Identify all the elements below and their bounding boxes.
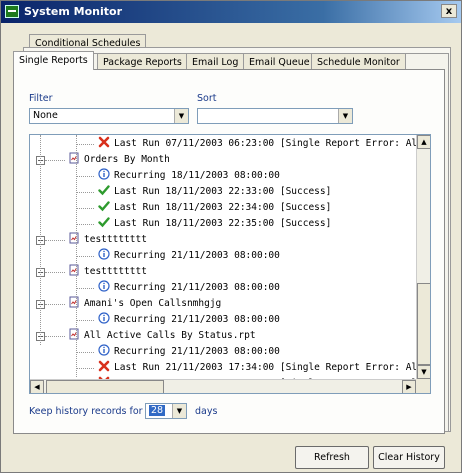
report-icon [69,152,79,164]
info-icon [98,312,110,324]
tree-row-text: Last Run 18/11/2003 22:34:00 [Success] [114,202,332,213]
tree-row-text: Last Run 18/11/2003 22:33:00 [Success] [114,186,332,197]
tree-report-node[interactable]: testttttttt [68,264,147,280]
tree-connector [76,352,94,353]
close-button[interactable]: x [441,4,457,18]
report-icon [69,296,79,308]
tree-row-text: testttttttt [84,234,147,245]
check-icon [98,201,110,212]
tree-connector [45,160,65,161]
history-days-dropdown[interactable]: 28 ▼ [145,403,187,419]
tree-row-text: Recurring 21/11/2003 08:00:00 [114,346,280,357]
tree-report-node[interactable]: All Active Calls By Status.rpt [68,328,256,344]
sort-label: Sort [197,93,217,104]
filter-value: None [33,110,58,121]
tree-connector [76,224,94,225]
tree-connector [76,208,94,209]
horizontal-scrollbar[interactable]: ◀ ▶ [30,379,416,393]
chevron-down-icon[interactable]: ▼ [338,109,352,123]
tree-connector [76,256,94,257]
tree-history-entry[interactable]: Recurring 21/11/2003 08:00:00 [98,248,280,264]
tree-guide-line [40,135,41,345]
tree-row-text: Amani's Open Callsnmhgjg [84,298,222,309]
vertical-scroll-thumb[interactable] [417,283,430,365]
tree-history-entry[interactable]: Recurring 21/11/2003 08:00:00 [98,280,280,296]
info-icon [98,168,110,180]
error-x-icon [98,360,110,372]
chevron-down-icon[interactable]: ▼ [172,404,186,418]
tree-row-text: Orders By Month [84,154,170,165]
tree-guide-line [76,135,77,377]
scroll-down-button[interactable]: ▼ [417,365,430,379]
tab-email-queue[interactable]: Email Queue [243,53,316,70]
info-icon [98,280,110,292]
refresh-button[interactable]: Refresh [295,446,369,469]
tree-history-entry[interactable]: Last Run 21/11/2003 17:34:00 [Single Rep… [98,360,423,376]
error-x-icon [98,136,110,148]
tree-row-text: All Active Calls By Status.rpt [84,330,256,341]
history-days-value: 28 [149,405,166,416]
tree-history-entry[interactable]: Last Run 18/11/2003 22:34:00 [Success] [98,200,331,216]
tree-connector [76,192,94,193]
filter-label: Filter [29,93,53,104]
tree-history-entry[interactable]: Last Run 18/11/2003 22:35:00 [Success] [98,216,331,232]
horizontal-scroll-thumb[interactable] [46,380,164,393]
scrollbar-corner [416,379,430,393]
tree-report-node[interactable]: testttttttt [68,232,147,248]
tree-connector [76,320,94,321]
tab-single-reports[interactable]: Single Reports [13,51,94,70]
tree-row-text: Recurring 21/11/2003 08:00:00 [114,314,280,325]
window-title: System Monitor [24,5,122,18]
tree-row-text: Last Run 21/11/2003 17:34:00 [Single Rep… [114,362,423,373]
tree-report-node[interactable]: Amani's Open Callsnmhgjg [68,296,221,312]
tree-connector [45,272,65,273]
tree-connector [45,240,65,241]
filter-dropdown[interactable]: None ▼ [29,108,189,124]
tree-history-entry[interactable]: Recurring 21/11/2003 08:00:00 [98,344,280,360]
tree-row-text: Recurring 21/11/2003 08:00:00 [114,250,280,261]
schedule-tree-view[interactable]: Last Run 07/11/2003 06:23:00 [Single Rep… [29,134,431,394]
tree-connector [76,144,94,145]
scroll-up-button[interactable]: ▲ [417,135,430,149]
clear-history-button[interactable]: Clear History [373,446,445,469]
tree-connector [45,304,65,305]
tree-row-text: Last Run 07/11/2003 06:23:00 [Single Rep… [114,138,423,149]
tree-row-text: Recurring 21/11/2003 08:00:00 [114,282,280,293]
tree-connector [76,288,94,289]
tree-row-text: Last Run 18/11/2003 22:35:00 [Success] [114,218,332,229]
tree-history-entry[interactable]: Recurring 21/11/2003 08:00:00 [98,312,280,328]
report-icon [69,232,79,244]
tree-connector [76,176,94,177]
tab-email-log[interactable]: Email Log [186,53,245,70]
tree-connector [76,368,94,369]
tree-history-entry[interactable]: Recurring 18/11/2003 08:00:00 [98,168,280,184]
tab-package-reports[interactable]: Package Reports [97,53,188,70]
report-icon [69,328,79,340]
tree-row-text: Recurring 18/11/2003 08:00:00 [114,170,280,181]
info-icon [98,344,110,356]
tree-connector [45,336,65,337]
system-monitor-window: System Monitor x Conditional Schedules S… [0,0,462,473]
chevron-down-icon[interactable]: ▼ [174,109,188,123]
check-icon [98,185,110,196]
history-suffix-label: days [195,406,218,417]
app-icon [5,5,19,18]
tree-report-node[interactable]: Orders By Month [68,152,170,168]
check-icon [98,217,110,228]
info-icon [98,248,110,260]
tree-history-entry[interactable]: Last Run 07/11/2003 06:23:00 [Single Rep… [98,136,423,152]
tree-history-entry[interactable]: Last Run 18/11/2003 22:33:00 [Success] [98,184,331,200]
history-prefix-label: Keep history records for [29,406,143,417]
scroll-left-button[interactable]: ◀ [30,380,44,393]
vertical-scrollbar[interactable]: ▲ ▼ [416,135,430,379]
tree-row-text: testttttttt [84,266,147,277]
title-bar[interactable]: System Monitor x [1,1,461,23]
report-icon [69,264,79,276]
sort-dropdown[interactable]: ▼ [197,108,353,124]
tab-schedule-monitor[interactable]: Schedule Monitor [311,53,406,70]
scroll-right-button[interactable]: ▶ [402,380,416,393]
